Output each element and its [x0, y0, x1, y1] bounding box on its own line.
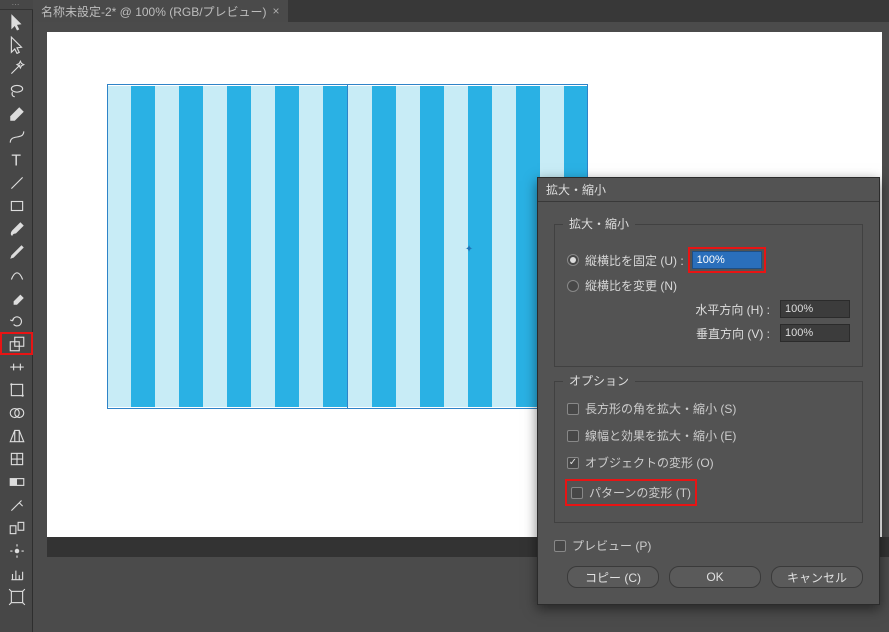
symbol-tool[interactable] — [0, 539, 33, 562]
svg-text:T: T — [11, 152, 21, 168]
uniform-value-input[interactable] — [692, 251, 762, 269]
close-icon[interactable]: × — [273, 4, 280, 18]
rotate-tool[interactable] — [0, 309, 33, 332]
checkbox-transform-patterns-label: パターンの変形 (T) — [589, 484, 691, 501]
line-tool[interactable] — [0, 171, 33, 194]
shaper-tool[interactable] — [0, 263, 33, 286]
checkbox-scale-corners-label: 長方形の角を拡大・縮小 (S) — [585, 400, 736, 417]
pattern-option-highlight: パターンの変形 (T) — [567, 481, 695, 504]
magic-wand-tool[interactable] — [0, 56, 33, 79]
checkbox-preview[interactable] — [554, 540, 566, 552]
lasso-tool[interactable] — [0, 79, 33, 102]
scale-tool[interactable] — [0, 332, 33, 355]
shape-builder-tool[interactable] — [0, 401, 33, 424]
selection-tool[interactable] — [0, 10, 33, 33]
rect-tool[interactable] — [0, 194, 33, 217]
checkbox-scale-corners[interactable] — [567, 403, 579, 415]
width-tool[interactable] — [0, 355, 33, 378]
blend-tool[interactable] — [0, 516, 33, 539]
document-tabbar: 名称未設定-2* @ 100% (RGB/プレビュー) × — [33, 0, 889, 22]
checkbox-transform-patterns[interactable] — [571, 487, 583, 499]
artboard-tool[interactable] — [0, 585, 33, 608]
scale-dialog: 拡大・縮小 拡大・縮小 縦横比を固定 (U) : 縦横比を変更 (N) 水平方向… — [537, 177, 880, 605]
checkbox-transform-objects-label: オブジェクトの変形 (O) — [585, 454, 714, 471]
selection-mid-line — [347, 84, 348, 409]
eyedropper-tool[interactable] — [0, 493, 33, 516]
scale-fieldset: 拡大・縮小 縦横比を固定 (U) : 縦横比を変更 (N) 水平方向 (H) :… — [554, 224, 863, 367]
tool-toolbar: ⋯ T — [0, 0, 33, 632]
brush-tool[interactable] — [0, 217, 33, 240]
h-label: 水平方向 (H) : — [695, 301, 770, 318]
v-label: 垂直方向 (V) : — [696, 325, 770, 342]
checkbox-scale-strokes-label: 線幅と効果を拡大・縮小 (E) — [585, 427, 736, 444]
document-tab[interactable]: 名称未設定-2* @ 100% (RGB/プレビュー) × — [33, 0, 288, 22]
transform-center-icon: ✦ — [465, 245, 473, 253]
dialog-title[interactable]: 拡大・縮小 — [538, 178, 879, 202]
pencil-tool[interactable] — [0, 240, 33, 263]
eraser-tool[interactable] — [0, 286, 33, 309]
checkbox-scale-strokes[interactable] — [567, 430, 579, 442]
free-transform-tool[interactable] — [0, 378, 33, 401]
scale-legend: 拡大・縮小 — [563, 215, 635, 232]
checkbox-preview-label: プレビュー (P) — [572, 537, 651, 554]
h-value-input[interactable] — [780, 300, 850, 318]
checkbox-transform-objects[interactable] — [567, 457, 579, 469]
graph-tool[interactable] — [0, 562, 33, 585]
type-tool[interactable]: T — [0, 148, 33, 171]
radio-nonuniform-label: 縦横比を変更 (N) — [585, 277, 677, 294]
ok-button[interactable]: OK — [669, 566, 761, 588]
radio-uniform[interactable] — [567, 254, 579, 266]
pen-tool[interactable] — [0, 102, 33, 125]
direct-selection-tool[interactable] — [0, 33, 33, 56]
v-value-input[interactable] — [780, 324, 850, 342]
uniform-value-highlight — [690, 249, 764, 271]
radio-uniform-label: 縦横比を固定 (U) : — [585, 252, 684, 269]
options-fieldset: オプション 長方形の角を拡大・縮小 (S) 線幅と効果を拡大・縮小 (E) オブ… — [554, 381, 863, 523]
perspective-tool[interactable] — [0, 424, 33, 447]
gradient-tool[interactable] — [0, 470, 33, 493]
copy-button[interactable]: コピー (C) — [567, 566, 659, 588]
toolbar-grip: ⋯ — [0, 0, 33, 10]
curve-tool[interactable] — [0, 125, 33, 148]
document-tab-title: 名称未設定-2* @ 100% (RGB/プレビュー) — [41, 3, 267, 20]
radio-nonuniform[interactable] — [567, 280, 579, 292]
options-legend: オプション — [563, 372, 635, 389]
mesh-tool[interactable] — [0, 447, 33, 470]
cancel-button[interactable]: キャンセル — [771, 566, 863, 588]
